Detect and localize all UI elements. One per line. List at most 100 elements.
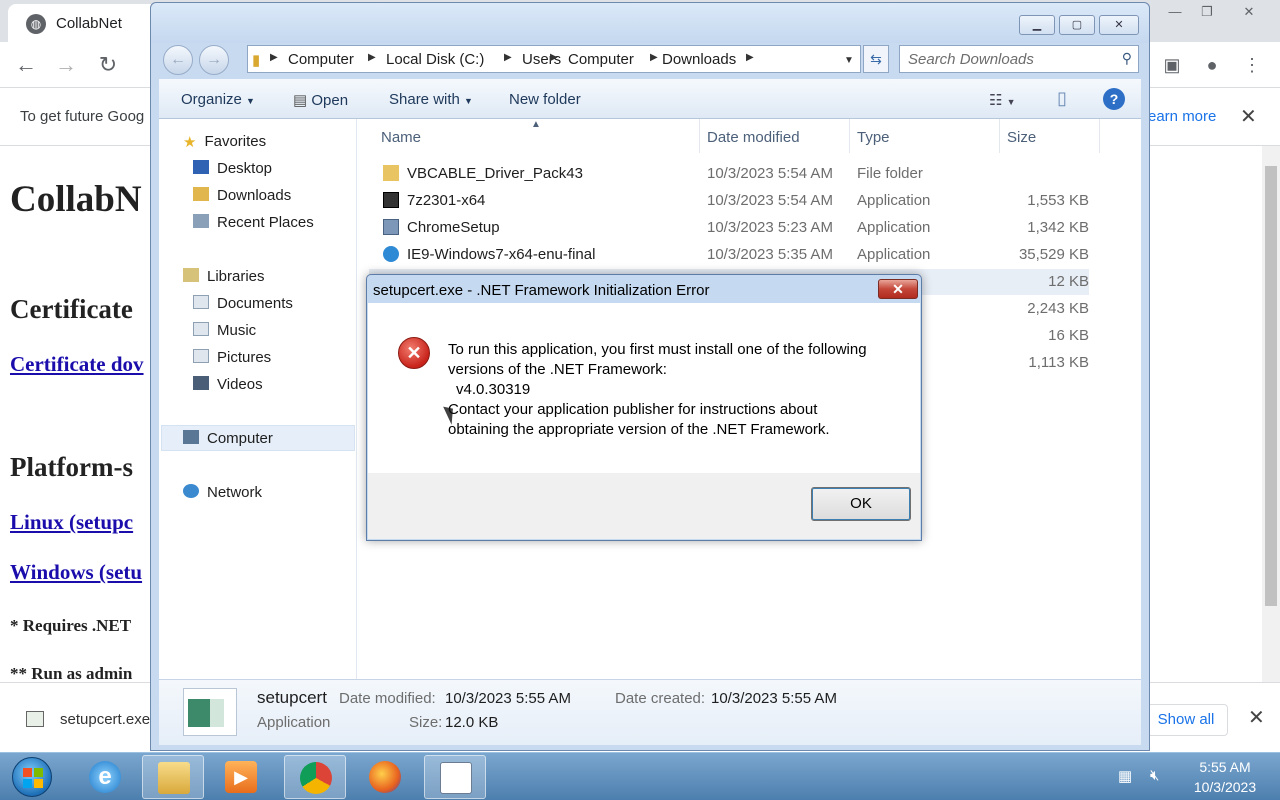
column-date-modified[interactable]: Date modified bbox=[707, 129, 800, 146]
close-icon[interactable]: ✕ bbox=[1099, 15, 1139, 35]
start-button-icon[interactable] bbox=[12, 757, 52, 797]
reload-icon[interactable]: ↻ bbox=[94, 52, 122, 80]
breadcrumb-downloads[interactable]: Downloads bbox=[662, 51, 736, 68]
help-icon[interactable]: ? bbox=[1103, 88, 1125, 110]
taskbar-media-player[interactable]: ▶ bbox=[210, 755, 272, 799]
taskbar-chrome[interactable] bbox=[284, 755, 346, 799]
nav-videos-label: Videos bbox=[217, 376, 263, 393]
column-divider[interactable] bbox=[849, 119, 850, 153]
minimize-icon[interactable]: — bbox=[1160, 2, 1190, 22]
file-row[interactable]: 7z2301-x64 10/3/2023 5:54 AM Application… bbox=[369, 188, 1089, 214]
certificate-download-link[interactable]: Certificate dov bbox=[10, 352, 144, 377]
nav-network[interactable]: Network bbox=[183, 484, 262, 501]
nav-recent-places[interactable]: Recent Places bbox=[193, 214, 314, 231]
new-folder-button[interactable]: New folder bbox=[509, 91, 581, 108]
side-panel-icon[interactable]: ▣ bbox=[1158, 52, 1186, 80]
address-bar[interactable]: ▮ ▶ Computer ▶ Local Disk (C:) ▶ Users ▶… bbox=[247, 45, 861, 73]
computer-icon bbox=[183, 430, 199, 444]
music-icon bbox=[193, 322, 209, 336]
taskbar-setupcert[interactable] bbox=[424, 755, 486, 799]
maximize-icon[interactable]: ▢ bbox=[1059, 15, 1095, 35]
dialog-close-icon[interactable]: ✕ bbox=[878, 279, 918, 299]
ok-button[interactable]: OK bbox=[811, 487, 911, 521]
forward-icon[interactable]: → bbox=[199, 45, 229, 75]
refresh-icon[interactable]: ⇆ bbox=[863, 45, 889, 73]
share-with-button[interactable]: Share with ▼ bbox=[389, 91, 473, 108]
open-button[interactable]: ▤ Open bbox=[293, 91, 348, 109]
column-divider[interactable] bbox=[1099, 119, 1100, 153]
taskbar-explorer[interactable] bbox=[142, 755, 204, 799]
preview-pane-icon[interactable]: ▯ bbox=[1057, 88, 1067, 109]
back-icon[interactable]: ← bbox=[12, 52, 40, 80]
file-icon bbox=[26, 711, 44, 727]
scrollbar-thumb[interactable] bbox=[1265, 166, 1277, 606]
network-tray-icon[interactable]: ▦ bbox=[1118, 767, 1132, 785]
nav-pictures[interactable]: Pictures bbox=[193, 349, 271, 366]
close-icon[interactable]: ✕ bbox=[1234, 2, 1264, 22]
learn-more-link[interactable]: earn more bbox=[1148, 108, 1216, 125]
show-all-button[interactable]: Show all bbox=[1144, 704, 1228, 736]
page-scrollbar[interactable] bbox=[1262, 146, 1280, 682]
taskbar-internet-explorer[interactable]: e bbox=[74, 755, 136, 799]
breadcrumb-computer[interactable]: Computer bbox=[288, 51, 354, 68]
chrome-tab[interactable]: ◍ CollabNet bbox=[8, 4, 158, 42]
chevron-right-icon[interactable]: ▶ bbox=[650, 52, 658, 63]
file-row[interactable]: IE9-Windows7-x64-enu-final 10/3/2023 5:3… bbox=[369, 242, 1089, 268]
nav-libraries[interactable]: Libraries bbox=[183, 268, 265, 285]
back-icon[interactable]: ← bbox=[163, 45, 193, 75]
download-bar-close-icon[interactable]: ✕ bbox=[1248, 705, 1265, 730]
nav-computer[interactable]: Computer bbox=[183, 430, 273, 447]
nav-favorites[interactable]: ★ Favorites bbox=[183, 133, 266, 151]
profile-icon[interactable]: ● bbox=[1198, 52, 1226, 80]
search-icon[interactable]: ⚲ bbox=[1122, 50, 1132, 67]
chevron-right-icon[interactable]: ▶ bbox=[746, 52, 754, 63]
nav-downloads[interactable]: Downloads bbox=[193, 187, 291, 204]
forward-icon[interactable]: → bbox=[52, 52, 80, 80]
libraries-icon bbox=[183, 268, 199, 282]
chevron-right-icon[interactable]: ▶ bbox=[270, 52, 278, 63]
chevron-down-icon[interactable]: ▼ bbox=[844, 55, 854, 66]
column-name[interactable]: Name bbox=[381, 129, 421, 146]
view-options-icon[interactable]: ☷ ▼ bbox=[989, 91, 1016, 109]
sort-ascending-icon: ▲ bbox=[531, 119, 541, 130]
column-divider[interactable] bbox=[999, 119, 1000, 153]
column-size[interactable]: Size bbox=[1007, 129, 1036, 146]
taskbar-firefox[interactable] bbox=[354, 755, 416, 799]
nav-videos[interactable]: Videos bbox=[193, 376, 263, 393]
restore-icon[interactable]: ❐ bbox=[1192, 2, 1222, 22]
breadcrumb-local-disk[interactable]: Local Disk (C:) bbox=[386, 51, 484, 68]
download-filename[interactable]: setupcert.exe bbox=[60, 711, 150, 728]
nav-documents[interactable]: Documents bbox=[193, 295, 293, 312]
chevron-right-icon[interactable]: ▶ bbox=[504, 52, 512, 63]
recent-places-icon bbox=[193, 214, 209, 228]
chevron-right-icon[interactable]: ▶ bbox=[368, 52, 376, 63]
file-row[interactable]: ChromeSetup 10/3/2023 5:23 AM Applicatio… bbox=[369, 215, 1089, 241]
volume-muted-icon[interactable]: 🔇︎ bbox=[1150, 767, 1159, 784]
nav-music[interactable]: Music bbox=[193, 322, 256, 339]
file-date: 10/3/2023 5:23 AM bbox=[707, 219, 833, 236]
column-type[interactable]: Type bbox=[857, 129, 890, 146]
videos-icon bbox=[193, 376, 209, 390]
file-type: Application bbox=[857, 219, 931, 236]
infobar-close-icon[interactable]: ✕ bbox=[1240, 104, 1257, 129]
search-downloads-input[interactable]: Search Downloads ⚲ bbox=[899, 45, 1139, 73]
column-divider[interactable] bbox=[699, 119, 700, 153]
menu-icon[interactable]: ⋮ bbox=[1238, 52, 1266, 80]
nav-pictures-label: Pictures bbox=[217, 349, 272, 366]
breadcrumb-computer-user[interactable]: Computer bbox=[568, 51, 634, 68]
windows-link[interactable]: Windows (setu bbox=[10, 560, 142, 585]
organize-button[interactable]: Organize ▼ bbox=[181, 91, 255, 108]
search-placeholder: Search Downloads bbox=[908, 51, 1034, 68]
open-icon: ▤ bbox=[293, 92, 308, 109]
file-row[interactable]: VBCABLE_Driver_Pack43 10/3/2023 5:54 AM … bbox=[369, 161, 1089, 187]
column-headers: Name ▲ Date modified Type Size bbox=[359, 119, 1141, 153]
system-clock[interactable]: 5:55 AM 10/3/2023 bbox=[1180, 757, 1270, 797]
nav-network-label: Network bbox=[207, 484, 263, 501]
minimize-icon[interactable]: ▁ bbox=[1019, 15, 1055, 35]
details-file-name: setupcert bbox=[257, 688, 327, 707]
requires-note: * Requires .NET bbox=[10, 616, 132, 635]
linux-link[interactable]: Linux (setupc bbox=[10, 510, 133, 535]
chevron-right-icon[interactable]: ▶ bbox=[550, 52, 558, 63]
nav-desktop[interactable]: Desktop bbox=[193, 160, 272, 177]
file-date: 10/3/2023 5:35 AM bbox=[707, 246, 833, 263]
